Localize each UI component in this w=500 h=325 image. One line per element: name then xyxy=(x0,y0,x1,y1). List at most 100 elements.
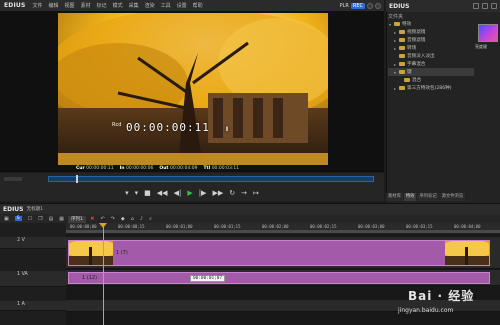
tree-item-label: 字幕混合 xyxy=(407,62,426,67)
rec-toggle[interactable]: REC xyxy=(350,2,365,9)
insert-icon[interactable]: → xyxy=(241,189,247,197)
timeline-brand: EDIUS xyxy=(3,205,24,213)
save-icon[interactable]: ▦ xyxy=(59,216,64,222)
snap-icon[interactable]: ⌂ xyxy=(131,216,134,222)
tree-item-label: 转场 xyxy=(407,46,417,51)
scrub-left-control[interactable] xyxy=(4,177,22,181)
track-name: 2 V xyxy=(17,238,25,243)
in-value: 00:00:00:06 xyxy=(125,165,154,171)
tab-source-browser[interactable]: 源文件浏览 xyxy=(439,193,466,201)
overwrite-icon[interactable]: ↦ xyxy=(253,189,259,197)
panel-brand: EDIUS xyxy=(389,2,410,10)
set-in-icon[interactable]: ▾ xyxy=(125,189,129,197)
tree-item-video-filters[interactable]: ▸ 视频滤镜 xyxy=(388,28,474,36)
loop-icon[interactable]: ↻ xyxy=(229,189,235,197)
menu-capture[interactable]: 采集 xyxy=(126,2,142,9)
window-close-icon[interactable] xyxy=(375,2,381,9)
panel-close-icon[interactable] xyxy=(491,3,497,9)
set-out-icon[interactable]: ▾ xyxy=(135,189,139,197)
ruler-tick: 00:00:03;15 xyxy=(406,224,433,229)
menu-marker[interactable]: 标记 xyxy=(94,2,110,9)
va-clip-label: 1 (12) xyxy=(82,275,98,281)
tab-effects[interactable]: 特效 xyxy=(403,193,417,201)
menu-mode[interactable]: 模式 xyxy=(110,2,126,9)
tree-item-label: 音频滤镜 xyxy=(407,38,426,43)
effects-panel-header: EDIUS xyxy=(386,0,500,12)
panel-list-icon[interactable] xyxy=(482,3,488,9)
video-clip[interactable] xyxy=(68,240,490,266)
open-icon[interactable]: ▤ xyxy=(49,216,54,222)
menu-clip[interactable]: 素材 xyxy=(78,2,94,9)
tree-item-effects[interactable]: ▾ 特效 xyxy=(388,20,474,28)
ruler-tick: 00:00:02;00 xyxy=(262,224,289,229)
tree-item-transitions[interactable]: ▸ 转场 xyxy=(388,44,474,52)
redo-icon[interactable]: ↷ xyxy=(111,216,115,222)
stop-icon[interactable]: ■ xyxy=(144,189,151,197)
caret-icon: ▸ xyxy=(393,45,396,51)
ttl-label: Ttl xyxy=(203,165,211,171)
ripple-icon[interactable]: ☐ xyxy=(28,216,32,222)
ttl-value: 00:00:03:11 xyxy=(211,165,240,171)
tree-item-keyers[interactable]: ▾ 键 xyxy=(388,68,474,76)
folder-icon xyxy=(399,86,405,90)
transport-controls: ▾ ▾ ■ ◀◀ ◀| ▶ |▶ ▶▶ ↻ → ↦ xyxy=(0,185,384,201)
effects-tree: ▾ 特效 ▸ 视频滤镜 ▸ 音频滤镜 ▸ 转场 音频淡入淡出 ▸ 字幕混合 ▾ 键 混合 ▸… xyxy=(388,20,474,92)
audio-icon[interactable]: ♪ xyxy=(140,216,143,222)
watermark-url: jingyan.baidu.com xyxy=(398,307,454,314)
menu-edit[interactable]: 编辑 xyxy=(46,2,62,9)
menu-view[interactable]: 视图 xyxy=(62,2,78,9)
zoom-icon[interactable]: ⌕ xyxy=(149,216,152,222)
rewind-icon[interactable]: ◀◀ xyxy=(157,189,168,197)
playhead-line[interactable] xyxy=(103,223,104,325)
tree-item-label: 特效 xyxy=(402,22,412,27)
ruler-tick: 00:00:04;00 xyxy=(454,224,481,229)
timecode-tooltip: 00:00:01;07 xyxy=(190,275,226,282)
tree-item-third-party[interactable]: ▸ 第三方特效包(286种) xyxy=(388,84,474,92)
track-header-1va[interactable]: 1 VA xyxy=(0,271,66,287)
track-name: 1 A xyxy=(17,302,25,307)
ginkgo-tree-image xyxy=(58,13,328,165)
scrub-handle[interactable] xyxy=(76,175,78,183)
folder-icon xyxy=(399,62,405,66)
panel-settings-icon[interactable] xyxy=(473,3,479,9)
scrub-bar[interactable] xyxy=(48,176,374,182)
tree-item-audio-fade[interactable]: 音频淡入淡出 xyxy=(388,52,474,60)
track-header-1a[interactable]: 1 A xyxy=(0,301,66,311)
step-back-icon[interactable]: ◀| xyxy=(174,189,182,197)
menu-file[interactable]: 文件 xyxy=(30,2,46,9)
tree-item-title-mix[interactable]: ▸ 字幕混合 xyxy=(388,60,474,68)
ruler-range-bar[interactable] xyxy=(66,230,500,233)
tree-item-blend[interactable]: 混合 xyxy=(388,76,474,84)
tab-bin[interactable]: 素材库 xyxy=(386,193,403,201)
tree-item-label: 键 xyxy=(407,70,412,75)
tree-item-audio-filters[interactable]: ▸ 音频滤镜 xyxy=(388,36,474,44)
mode-icon[interactable]: ▣ xyxy=(4,216,9,222)
track-header-2v[interactable]: 2 V xyxy=(0,237,66,249)
caret-icon: ▾ xyxy=(388,21,391,27)
clip-thumbnail xyxy=(445,241,489,265)
preview-timecode-value: 00:00:00:11 xyxy=(126,121,210,134)
va-clip[interactable] xyxy=(68,272,490,284)
new-sequence-icon[interactable]: ❐ xyxy=(38,216,42,222)
sync-mode-badge[interactable]: S xyxy=(14,216,22,221)
tab-sequence-markers[interactable]: 序列标记 xyxy=(417,193,439,201)
folder-icon xyxy=(399,70,405,74)
fast-forward-icon[interactable]: ▶▶ xyxy=(212,189,223,197)
menu-help[interactable]: 帮助 xyxy=(190,2,206,9)
step-forward-icon[interactable]: |▶ xyxy=(199,189,207,197)
marker-icon[interactable]: ◆ xyxy=(121,216,125,222)
undo-icon[interactable]: ↶ xyxy=(100,216,104,222)
tab-sequence-1[interactable]: 序列1 xyxy=(68,216,86,223)
delete-icon[interactable]: ✖ xyxy=(90,216,94,222)
caret-icon: ▸ xyxy=(393,85,396,91)
plr-toggle[interactable]: PLR xyxy=(340,3,349,9)
menu-render[interactable]: 渲染 xyxy=(142,2,158,9)
play-icon[interactable]: ▶ xyxy=(187,189,192,197)
menu-tools[interactable]: 工具 xyxy=(158,2,174,9)
ruler-tick: 00:00:02;15 xyxy=(310,224,337,229)
window-minimize-icon[interactable] xyxy=(367,2,373,9)
cur-label: Cur xyxy=(76,165,85,171)
menu-settings[interactable]: 设置 xyxy=(174,2,190,9)
luma-key-thumbnail[interactable] xyxy=(478,24,498,42)
tree-item-label: 混合 xyxy=(412,78,422,83)
